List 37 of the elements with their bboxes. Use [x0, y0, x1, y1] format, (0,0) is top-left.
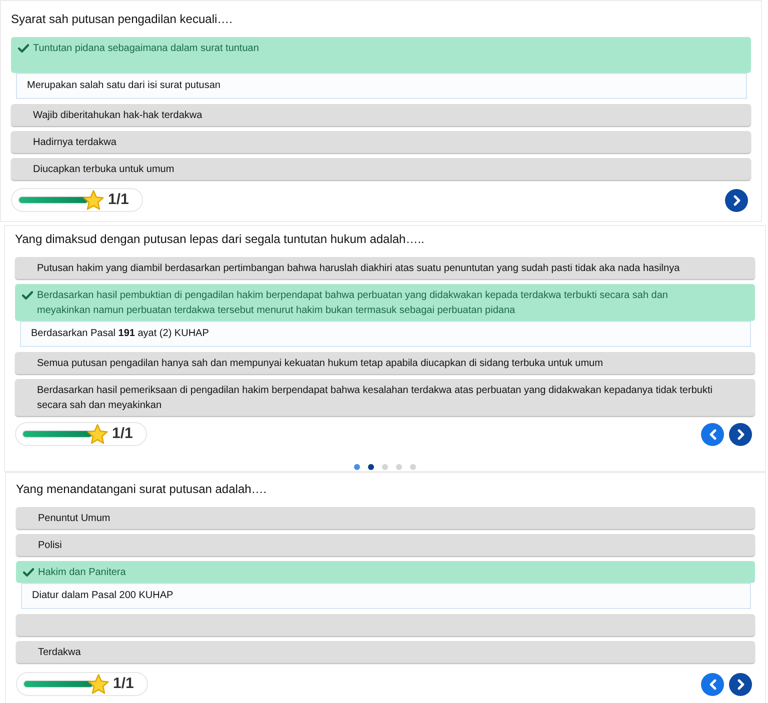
star-icon: [87, 424, 108, 444]
score-text: 1/1: [113, 675, 134, 693]
explanation-panel: Diatur dalam Pasal 200 KUHAP: [21, 583, 751, 609]
explanation-panel: Merupakan salah satu dari isi surat putusan: [16, 73, 747, 99]
next-button[interactable]: [729, 672, 752, 696]
next-button[interactable]: [725, 188, 748, 212]
score-text: 1/1: [108, 191, 129, 209]
previous-button[interactable]: [701, 672, 724, 696]
chevron-right-icon: [732, 194, 740, 206]
answer-option[interactable]: Hadirnya terdakwa: [11, 131, 751, 153]
star-icon: [88, 674, 109, 694]
answer-option[interactable]: Wajib diberitahukan hak-hak terdakwa: [11, 104, 751, 126]
star-icon: [83, 190, 104, 210]
chevron-left-icon: [708, 428, 716, 440]
previous-button[interactable]: [701, 422, 724, 446]
answer-option[interactable]: Semua putusan pengadilan hanya sah dan mempunyai kekuatan hukum tetap apabila diucapkan di sidang terbuka untuk umum: [15, 352, 755, 374]
answer-option[interactable]: Tuntutan pidana sebagaimana dalam surat tuntuan: [11, 37, 751, 73]
chevron-left-icon: [708, 678, 716, 690]
question-text: Syarat sah putusan pengadilan kecuali….: [11, 11, 234, 27]
answer-option[interactable]: Putusan hakim yang diambil berdasarkan pertimbangan bahwa haruslah diakhiri atas suatu penuntutan yang sudah pasti tidak aka nada hasilnya: [15, 257, 755, 279]
answer-option[interactable]: Polisi: [16, 534, 755, 556]
answer-option[interactable]: Hakim dan Panitera: [16, 561, 755, 583]
answer-option[interactable]: Diucapkan terbuka untuk umum: [11, 158, 751, 180]
answer-option[interactable]: Berdasarkan hasil pemeriksaan di pengadilan hakim berpendapat bahwa kesalahan terdakwa atas perbuatan yang didakwakan kepadanya tidak terbukti secara sah dan meyakinkan: [15, 379, 755, 416]
chevron-right-icon: [736, 678, 744, 690]
answer-option[interactable]: Terdakwa: [16, 641, 755, 663]
explanation-panel: Berdasarkan Pasal 191 ayat (2) KUHAP: [20, 321, 751, 347]
answer-option[interactable]: Berdasarkan hasil pembuktian di pengadilan hakim berpendapat bahwa perbuatan yang didakwakan kepada terdakwa terbukti secara sah dan meyakinkan namun perbuatan terdakwa tersebut menurut hakim bukan termasuk sebagai perbuatan pidana: [15, 284, 755, 321]
question-text: Yang dimaksud dengan putusan lepas dari segala tuntutan hukum adalah…..: [15, 231, 426, 247]
answer-option[interactable]: Penuntut Umum: [16, 507, 755, 529]
check-icon: [23, 568, 34, 576]
check-icon: [22, 290, 33, 300]
score-text: 1/1: [112, 425, 133, 443]
chevron-right-icon: [736, 428, 744, 440]
question-text: Yang menandatangani surat putusan adalah….: [16, 481, 268, 497]
next-button[interactable]: [729, 422, 752, 446]
check-icon: [18, 44, 29, 52]
